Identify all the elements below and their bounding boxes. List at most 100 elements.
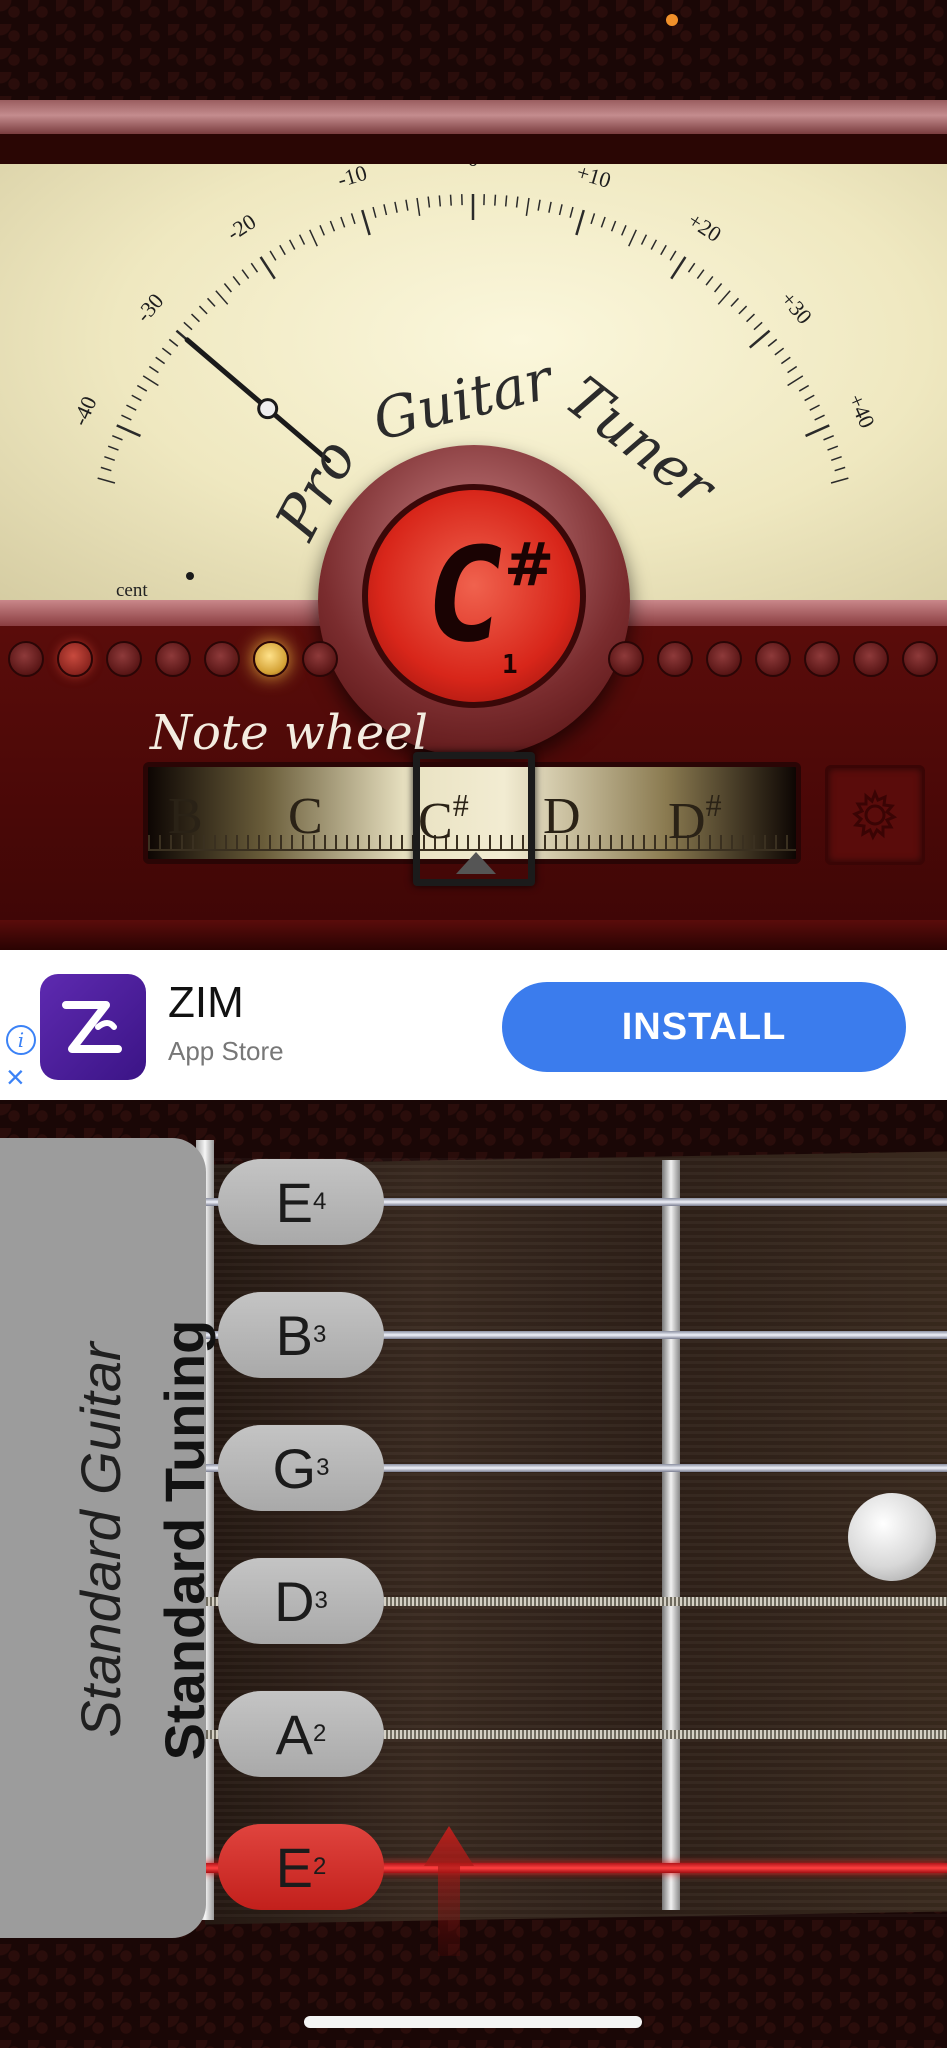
meter-tick [798, 384, 810, 392]
string-note-octave: 4 [313, 1188, 327, 1215]
meter-dot [186, 572, 194, 580]
meter-tick [350, 213, 356, 225]
meter-tick [714, 283, 723, 293]
meter-tick [558, 204, 563, 216]
meter-tick [730, 297, 740, 307]
string-note-name: A [275, 1702, 313, 1766]
wheel-note[interactable]: C [288, 787, 323, 846]
recording-indicator [666, 14, 678, 26]
meter-tick [126, 404, 137, 411]
meter-tick [405, 199, 409, 211]
string-note-button[interactable]: A2 [218, 1691, 384, 1777]
ad-info-icon[interactable]: i [6, 1025, 36, 1055]
meter-tick [259, 256, 276, 280]
wheel-note-name: D [543, 788, 581, 845]
tuning-name-label[interactable]: Standard Tuning [152, 1320, 217, 1761]
string-note-octave: 2 [313, 1853, 327, 1880]
meter-tick [669, 250, 677, 261]
meter-tick [148, 365, 159, 374]
meter-scale-label: +40 [843, 390, 880, 432]
ad-banner[interactable]: i × ZIM App Store INSTALL [0, 950, 947, 1100]
meter-tick [670, 256, 687, 280]
ad-app-name[interactable]: ZIM [168, 978, 244, 1028]
tuning-led [106, 641, 142, 677]
meter-scale-label: -20 [222, 209, 260, 246]
wheel-note[interactable]: D [543, 787, 581, 846]
string-note-name: D [274, 1569, 315, 1633]
meter-tick [383, 204, 388, 216]
meter-tick [161, 347, 172, 356]
wheel-note-name: C [288, 788, 323, 845]
tuning-led [804, 641, 840, 677]
meter-tick [112, 435, 123, 441]
meter-tick [107, 445, 119, 451]
ad-app-icon[interactable] [40, 974, 146, 1080]
string-note-name: E [275, 1835, 313, 1899]
meter-tick [155, 356, 166, 365]
fret-marker-dot [848, 1493, 936, 1581]
meter-tick [100, 466, 112, 472]
wheel-note[interactable]: B [168, 787, 203, 846]
meter-tick [780, 356, 791, 365]
string-note-button[interactable]: E4 [218, 1159, 384, 1245]
tuning-led [302, 641, 338, 677]
string-note-button[interactable]: G3 [218, 1425, 384, 1511]
meter-tick [97, 477, 116, 484]
meter-scale-label: +20 [684, 207, 726, 247]
meter-tick [372, 206, 377, 218]
zim-logo-icon [62, 1001, 122, 1053]
meter-tick [142, 375, 159, 387]
meter-tick [575, 209, 585, 236]
string-note-button[interactable]: D3 [218, 1558, 384, 1644]
meter-tick [279, 244, 286, 256]
string-note-button[interactable]: E2 [218, 1824, 384, 1910]
tuning-family-label[interactable]: Standard Guitar [68, 1342, 133, 1737]
meter-tick [705, 276, 714, 286]
tuning-led [902, 641, 938, 677]
wheel-note[interactable]: D# [668, 787, 722, 851]
settings-button[interactable] [825, 765, 925, 865]
meter-tick [834, 466, 846, 472]
string-note-name: E [275, 1170, 313, 1234]
tuning-led [657, 641, 693, 677]
meter-tick [183, 321, 193, 331]
string-note-name: B [275, 1303, 313, 1367]
meter-tick [319, 224, 325, 236]
string-note-button[interactable]: B3 [218, 1292, 384, 1378]
meter-tick [823, 435, 834, 441]
home-indicator[interactable] [304, 2016, 642, 2028]
meter-tick [660, 244, 667, 256]
meter-tick [136, 384, 148, 392]
ad-close-icon[interactable]: × [6, 1061, 25, 1093]
meter-tick [774, 347, 785, 356]
meter-tick [494, 194, 497, 206]
meter-tick [687, 262, 696, 273]
note-wheel-label: Note wheel [150, 705, 429, 761]
meter-tick [250, 262, 259, 273]
meter-tick [650, 239, 658, 250]
meter-tick [168, 338, 179, 347]
meter-tick [309, 229, 318, 247]
meter-tick [830, 477, 849, 484]
meter-needle-pivot [257, 398, 279, 420]
meter-tick [116, 424, 141, 438]
meter-tick [628, 229, 637, 247]
pitch-arrow-icon [424, 1826, 474, 1956]
panel-bottom-ledge [0, 920, 947, 950]
meter-tick [131, 394, 142, 402]
meter-tick [696, 269, 705, 279]
gear-icon [852, 788, 898, 841]
meter-scale-label: -30 [130, 288, 168, 327]
install-button[interactable]: INSTALL [502, 982, 906, 1072]
top-rail [0, 100, 947, 134]
meter-tick [198, 305, 208, 315]
string-note-octave: 2 [313, 1720, 327, 1747]
tuning-led [608, 641, 644, 677]
tuning-led [853, 641, 889, 677]
meter-tick [104, 455, 116, 462]
meter-tick [206, 297, 216, 307]
meter-tick [361, 209, 371, 236]
meter-tick [548, 201, 552, 213]
meter-scale-label: +30 [776, 286, 817, 328]
note-wheel-pointer [456, 852, 496, 874]
